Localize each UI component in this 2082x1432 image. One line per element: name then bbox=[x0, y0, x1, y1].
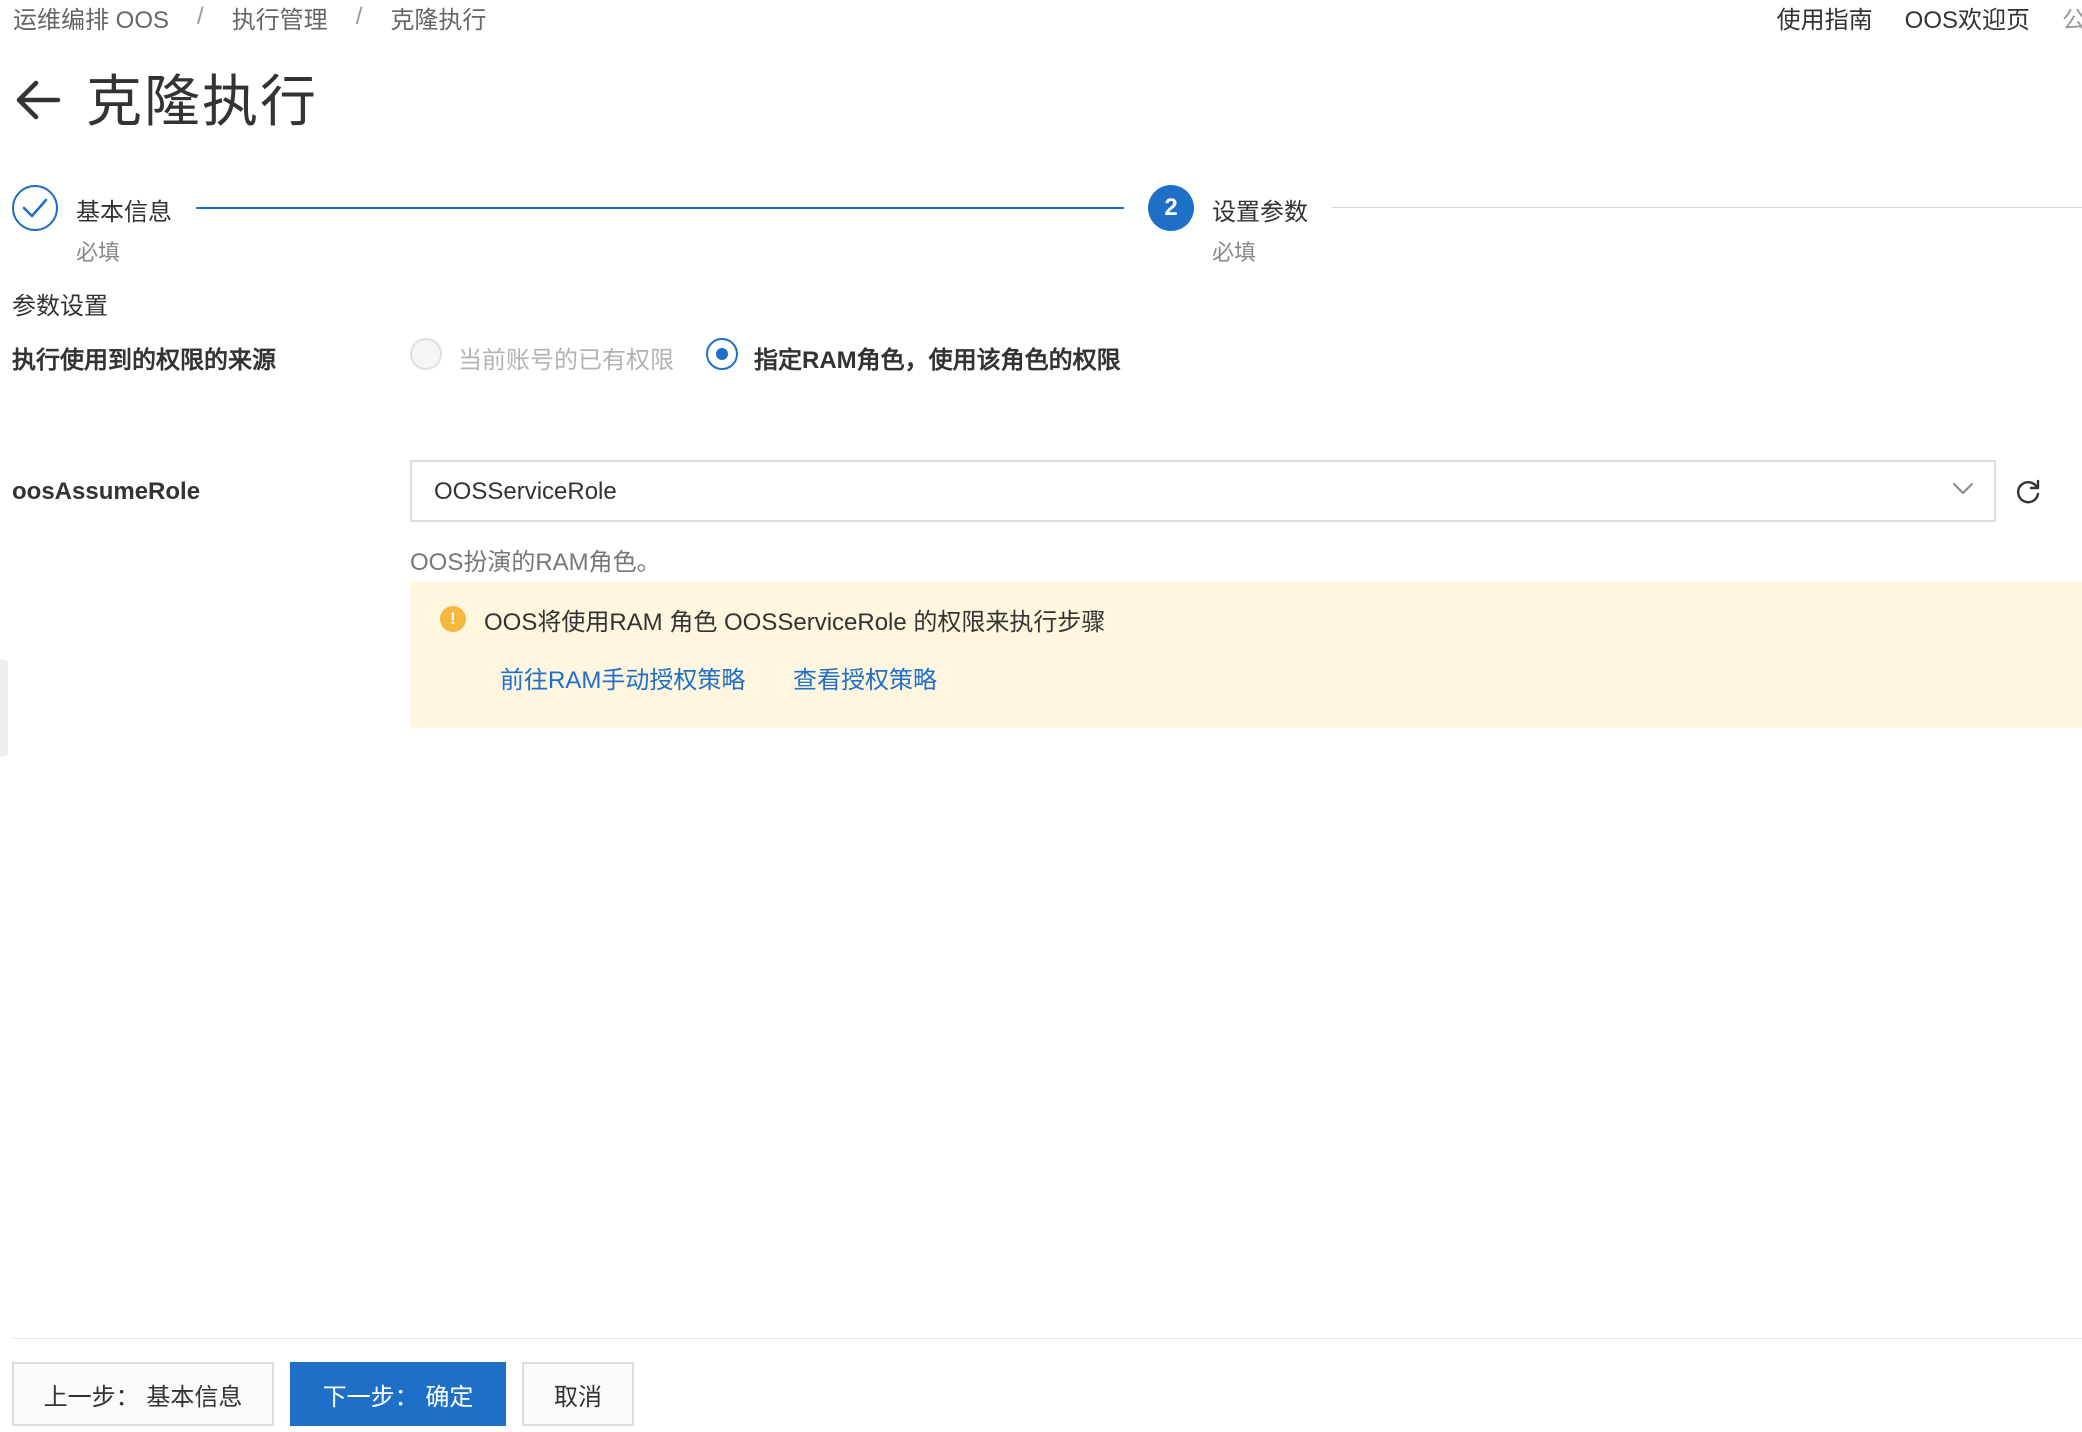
refresh-icon[interactable] bbox=[2014, 478, 2042, 506]
select-value: OOSServiceRole bbox=[434, 478, 617, 505]
step-connector-pending bbox=[1332, 207, 2082, 208]
guide-link[interactable]: 使用指南 bbox=[1777, 0, 1873, 35]
welcome-link[interactable]: OOS欢迎页 bbox=[1905, 0, 2030, 35]
step-1-title: 基本信息 bbox=[76, 199, 172, 226]
step-2-title: 设置参数 bbox=[1212, 199, 1308, 226]
breadcrumb-separator: / bbox=[197, 3, 204, 30]
manual-authorize-link[interactable]: 前往RAM手动授权策略 bbox=[500, 660, 745, 695]
radio-specify-ram-role[interactable] bbox=[706, 338, 738, 370]
top-links: 使用指南 OOS欢迎页 公 bbox=[1745, 0, 2082, 34]
page-title: 克隆执行 bbox=[86, 70, 318, 133]
step-1-check-icon bbox=[12, 185, 58, 231]
step-1-desc: 必填 bbox=[76, 240, 121, 265]
cut-off-link[interactable]: 公 bbox=[2062, 0, 2082, 35]
breadcrumb-item-oos[interactable]: 运维编排 OOS bbox=[13, 0, 169, 35]
permission-source-label: 执行使用到的权限的来源 bbox=[12, 347, 276, 374]
step-connector-done bbox=[196, 207, 1124, 209]
breadcrumb-item-current: 克隆执行 bbox=[390, 6, 487, 34]
section-title: 参数设置 bbox=[12, 293, 108, 320]
role-help-text: OOS扮演的RAM角色。 bbox=[410, 549, 661, 576]
radio-current-account bbox=[410, 338, 442, 370]
side-collapse-handle[interactable] bbox=[0, 660, 8, 756]
radio-current-account-label: 当前账号的已有权限 bbox=[458, 347, 674, 374]
warning-icon: ! bbox=[440, 606, 466, 632]
breadcrumb: 运维编排 OOS / 执行管理 / 克隆执行 bbox=[13, 0, 486, 34]
notice-text: OOS将使用RAM 角色 OOSServiceRole 的权限来执行步骤 bbox=[484, 609, 1106, 636]
radio-specify-ram-role-label[interactable]: 指定RAM角色，使用该角色的权限 bbox=[754, 340, 1121, 375]
step-2-desc: 必填 bbox=[1212, 240, 1257, 265]
chevron-down-icon bbox=[1952, 482, 1974, 496]
next-step-button[interactable]: 下一步： 确定 bbox=[290, 1362, 506, 1426]
arrow-left-icon[interactable] bbox=[12, 74, 64, 126]
breadcrumb-separator: / bbox=[355, 3, 363, 30]
view-policy-link[interactable]: 查看授权策略 bbox=[793, 660, 937, 695]
previous-step-button[interactable]: 上一步： 基本信息 bbox=[12, 1362, 274, 1426]
step-2-number: 2 bbox=[1148, 185, 1194, 231]
oos-assume-role-select[interactable]: OOSServiceRole bbox=[410, 460, 1996, 522]
breadcrumb-item-execution-management[interactable]: 执行管理 bbox=[232, 0, 328, 35]
warning-notice: ! OOS将使用RAM 角色 OOSServiceRole 的权限来执行步骤 前… bbox=[410, 582, 2082, 728]
footer-divider bbox=[12, 1338, 2082, 1339]
oos-assume-role-label: oosAssumeRole bbox=[12, 478, 201, 505]
cancel-button[interactable]: 取消 bbox=[522, 1362, 634, 1426]
